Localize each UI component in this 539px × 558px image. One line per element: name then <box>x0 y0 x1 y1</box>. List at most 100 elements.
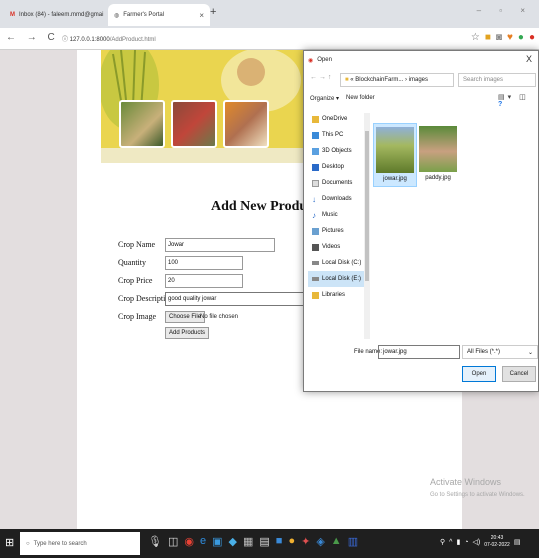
battery-icon[interactable]: ▮ <box>456 538 460 546</box>
extension-icon[interactable]: ● <box>518 32 524 43</box>
dialog-close-button[interactable]: X <box>526 54 532 64</box>
nav-item-videos[interactable]: Videos <box>308 239 366 255</box>
dialog-nav-bar: ← → ↑ ■ « BlockchainFarm... › images Sea… <box>304 71 538 89</box>
view-options-icons[interactable]: ▤▾ ◫ ? <box>498 93 538 108</box>
nav-item-libraries[interactable]: Libraries <box>308 287 366 303</box>
microphone-icon[interactable]: 🎙 <box>148 535 162 548</box>
wifi-icon[interactable]: ◔ <box>464 539 468 546</box>
search-images-input[interactable]: Search images <box>458 73 536 87</box>
nav-item-music[interactable]: ♪ Music <box>308 207 366 223</box>
chevron-down-icon: ⌄ <box>527 350 533 356</box>
star-icon[interactable]: ☆ <box>471 32 480 43</box>
file-item-paddy[interactable]: paddy.jpg <box>416 123 460 181</box>
new-folder-button[interactable]: New folder <box>346 95 375 101</box>
window-controls[interactable]: – ▫ × <box>477 6 533 15</box>
people-icon[interactable]: ⚲ <box>440 538 445 546</box>
app-icon[interactable]: ● <box>288 535 295 548</box>
nav-item-local-disk-e[interactable]: Local Disk (E:) <box>308 271 366 287</box>
url-field[interactable]: ⓘ 127.0.0.1:8000/AddProduct.html <box>62 34 156 43</box>
app-icon[interactable]: ▦ <box>243 535 253 548</box>
app-icon[interactable]: ◆ <box>229 535 237 548</box>
app-icon[interactable]: ■ <box>276 535 283 548</box>
crop-name-label: Crop Name <box>118 240 156 249</box>
music-icon: ♪ <box>312 210 316 220</box>
new-tab-button[interactable]: + <box>210 6 216 18</box>
nav-item-label: Local Disk (C:) <box>322 260 362 266</box>
crop-description-input[interactable]: good quality jowar <box>165 292 305 306</box>
document-icon <box>312 179 319 187</box>
open-file-dialog: ◉ Open X ← → ↑ ■ « BlockchainFarm... › i… <box>303 50 539 392</box>
nav-item-label: Desktop <box>322 164 345 170</box>
crop-image-label: Crop Image <box>118 312 156 321</box>
url-path: /AddProduct.html <box>109 37 156 43</box>
choose-file-button[interactable]: Choose File <box>165 311 206 323</box>
extension-icon[interactable]: ● <box>529 32 535 43</box>
nav-item-3d-objects[interactable]: 3D Objects <box>308 143 366 159</box>
library-icon <box>312 291 319 299</box>
left-margin <box>0 50 77 529</box>
scrollbar-thumb[interactable] <box>365 131 369 281</box>
video-icon <box>312 243 319 251</box>
app-icon[interactable]: ▤ <box>259 535 269 548</box>
activate-windows-subtitle: Go to Settings to activate Windows. <box>430 492 525 498</box>
nav-item-pictures[interactable]: Pictures <box>308 223 366 239</box>
edge-icon[interactable]: e <box>200 535 206 548</box>
tab-gmail-inbox[interactable]: M Inbox (84) - faleem.mmd@gmai × <box>4 4 108 26</box>
file-item-jowar[interactable]: jowar.jpg <box>373 123 417 187</box>
back-forward-up-icons[interactable]: ← → ↑ <box>310 74 331 81</box>
nav-item-label: This PC <box>322 132 344 138</box>
app-icon[interactable]: ✦ <box>301 535 310 548</box>
notifications-icon[interactable]: ▤ <box>514 538 521 546</box>
navigation-buttons[interactable]: ← → C <box>6 32 59 43</box>
farmer-turban-photo <box>223 100 269 148</box>
add-products-button[interactable]: Add Products <box>165 327 210 339</box>
nav-item-this-pc[interactable]: This PC <box>308 127 366 143</box>
farmer-photo <box>119 100 165 148</box>
chrome-icon[interactable]: ◉ <box>184 535 194 548</box>
nav-item-documents[interactable]: Documents <box>308 175 366 191</box>
path-breadcrumb[interactable]: ■ « BlockchainFarm... › images <box>340 73 454 87</box>
quantity-input[interactable]: 100 <box>165 256 243 270</box>
task-view-icon[interactable]: ◫ <box>168 535 178 548</box>
taskbar-clock[interactable]: 20:43 07-02-2022 <box>484 535 510 549</box>
dialog-title-bar: ◉ Open <box>304 51 538 69</box>
nav-item-label: 3D Objects <box>322 148 352 154</box>
extension-icon[interactable]: ■ <box>485 32 491 43</box>
organize-button[interactable]: Organize ▾ <box>310 95 339 102</box>
windows-start-icon[interactable]: ⊞ <box>5 536 14 549</box>
crop-price-input[interactable]: 20 <box>165 274 243 288</box>
clock-date: 07-02-2022 <box>484 542 510 548</box>
nav-item-desktop[interactable]: Desktop <box>308 159 366 175</box>
cancel-button[interactable]: Cancel <box>502 366 536 382</box>
quantity-label: Quantity <box>118 258 146 267</box>
store-icon[interactable]: ▣ <box>212 535 222 548</box>
nav-item-onedrive[interactable]: OneDrive <box>308 111 366 127</box>
cube-icon <box>312 147 319 155</box>
crop-name-input[interactable]: Jowar <box>165 238 275 252</box>
nav-item-downloads[interactable]: ↓ Downloads <box>308 191 366 207</box>
image-thumbnail <box>376 127 414 173</box>
extension-icon[interactable]: ◙ <box>496 32 502 43</box>
volume-icon[interactable]: ◁) <box>473 538 481 546</box>
extension-icon[interactable]: ♥ <box>507 32 513 43</box>
app-icon[interactable]: ▥ <box>348 535 358 548</box>
image-thumbnail <box>419 126 457 172</box>
chevron-up-icon[interactable]: ^ <box>449 539 452 546</box>
tab-farmers-portal[interactable]: ◍ Farmer's Portal × <box>108 4 210 26</box>
open-button[interactable]: Open <box>462 366 496 382</box>
taskbar-search[interactable]: ○ Type here to search <box>20 532 140 555</box>
drive-icon <box>312 277 319 281</box>
nav-item-label: Pictures <box>322 228 344 234</box>
app-icon[interactable]: ▲ <box>331 535 342 548</box>
file-name-input[interactable]: jowar.jpg <box>378 345 460 359</box>
drive-icon <box>312 261 319 265</box>
info-icon: ⓘ <box>62 37 70 43</box>
tab-close-icon[interactable]: × <box>199 11 204 20</box>
nav-item-label: Libraries <box>322 292 346 298</box>
crop-price-label: Crop Price <box>118 276 153 285</box>
nav-item-local-disk-c[interactable]: Local Disk (C:) <box>308 255 366 271</box>
file-type-select[interactable]: All Files (*.*) ⌄ <box>462 345 538 359</box>
browser-tab-strip: M Inbox (84) - faleem.mmd@gmai × ◍ Farme… <box>0 0 539 28</box>
app-icon[interactable]: ◈ <box>316 535 324 548</box>
file-name: paddy.jpg <box>425 175 451 181</box>
